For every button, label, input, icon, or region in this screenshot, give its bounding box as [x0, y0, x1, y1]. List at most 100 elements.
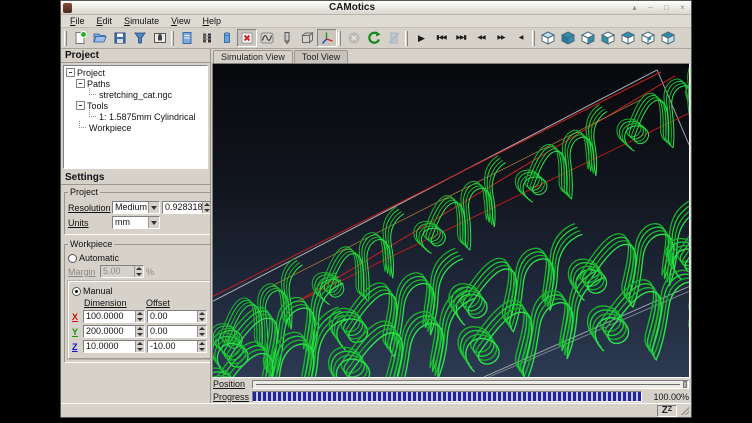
view-bottom-button[interactable] [658, 29, 678, 47]
toggle-surface-button[interactable] [237, 29, 257, 47]
add-file-button[interactable] [177, 29, 197, 47]
view-top-button[interactable] [638, 29, 658, 47]
view-cube-icon [540, 31, 556, 45]
slider-handle[interactable] [683, 381, 687, 388]
reload-button[interactable] [364, 29, 384, 47]
minimize-button[interactable]: – [644, 2, 657, 13]
file-icon [180, 31, 194, 45]
resolution-select[interactable]: Medium [112, 201, 160, 214]
margin-input[interactable]: 5.00 [100, 265, 144, 278]
manual-radio-row[interactable]: Manual [72, 286, 207, 296]
menu-simulate[interactable]: Simulate [119, 16, 164, 26]
spinner-buttons[interactable] [135, 326, 144, 337]
toggle-axes-button[interactable] [317, 29, 337, 47]
save-project-button[interactable] [110, 29, 130, 47]
workpiece-button[interactable] [217, 29, 237, 47]
view-front-button[interactable] [558, 29, 578, 47]
window-title: CAMotics [76, 2, 628, 13]
tree-item-project[interactable]: Project [64, 67, 207, 78]
menu-help[interactable]: Help [197, 16, 226, 26]
fast-forward-button[interactable]: ▶▶ [491, 29, 511, 47]
skip-to-start-button[interactable]: ▮◀◀ [431, 29, 451, 47]
x-dimension-input[interactable]: 100.0000 [83, 310, 145, 323]
export-button[interactable] [130, 29, 150, 47]
bounds-cube-icon [300, 31, 314, 45]
tab-tool-view[interactable]: Tool View [294, 50, 348, 63]
automatic-radio[interactable] [68, 254, 77, 263]
z-dimension-input[interactable]: 10.0000 [83, 340, 145, 353]
project-panel-title: Project [61, 49, 210, 63]
toggle-tool-button[interactable] [277, 29, 297, 47]
shade-button[interactable]: ▴ [628, 2, 641, 13]
manual-workpiece-box: Manual Dimension Offset X 100.0000 0.00 [68, 281, 210, 359]
spinner-buttons[interactable] [197, 341, 206, 352]
y-dimension-input[interactable]: 200.0000 [83, 325, 145, 338]
optimize-button[interactable] [384, 29, 404, 47]
chevron-down-icon[interactable] [148, 217, 159, 228]
workpiece-icon [220, 31, 234, 45]
tools-button[interactable] [197, 29, 217, 47]
units-select[interactable]: mm [112, 216, 160, 229]
play-button[interactable]: ▶ [411, 29, 431, 47]
surface-toggle-icon [240, 31, 254, 45]
snapshot-button[interactable] [150, 29, 170, 47]
view-isometric-button[interactable] [538, 29, 558, 47]
x-offset-input[interactable]: 0.00 [147, 310, 207, 323]
spinner-buttons[interactable] [197, 326, 206, 337]
simulation-viewport[interactable] [212, 63, 690, 378]
machine-idle-indicator: Z Z [657, 405, 677, 417]
step-back-button[interactable]: ◀· [511, 29, 531, 47]
close-button[interactable]: × [676, 2, 689, 13]
tree-item-paths[interactable]: Paths [64, 78, 207, 89]
resize-grip[interactable] [680, 406, 689, 415]
manual-radio[interactable] [72, 287, 81, 296]
position-label: Position [213, 379, 249, 389]
save-icon [113, 31, 127, 45]
workpiece-table-header: Dimension Offset [84, 298, 207, 308]
spinner-buttons[interactable] [135, 341, 144, 352]
workpiece-group-title: Workpiece [68, 239, 114, 249]
tab-simulation-view[interactable]: Simulation View [213, 50, 293, 64]
y-offset-input[interactable]: 0.00 [147, 325, 207, 338]
menu-file[interactable]: File [65, 16, 90, 26]
tree-item-workpiece[interactable]: Workpiece [64, 122, 207, 133]
z-axis-label: Z [72, 342, 81, 352]
main-area: Project Project Paths stretching_cat.ngc… [61, 49, 691, 403]
z-offset-input[interactable]: -10.00 [147, 340, 207, 353]
progress-label: Progress [213, 392, 249, 402]
position-slider[interactable] [252, 380, 689, 389]
tree-item-tools[interactable]: Tools [64, 100, 207, 111]
app-icon [63, 3, 72, 13]
stop-button[interactable] [344, 29, 364, 47]
tool-toggle-icon [280, 31, 294, 45]
rewind-button[interactable]: ◀◀ [471, 29, 491, 47]
spinner-buttons[interactable] [202, 202, 210, 213]
toggle-bounds-button[interactable] [297, 29, 317, 47]
view-left-button[interactable] [598, 29, 618, 47]
spinner-buttons[interactable] [197, 311, 206, 322]
new-file-button[interactable] [70, 29, 90, 47]
toggle-toolpath-button[interactable] [257, 29, 277, 47]
automatic-radio-row[interactable]: Automatic [68, 253, 210, 263]
collapse-icon[interactable] [66, 68, 75, 77]
chevron-down-icon[interactable] [148, 202, 159, 213]
tree-item-file[interactable]: stretching_cat.ngc [64, 89, 207, 100]
view-right-button[interactable] [618, 29, 638, 47]
spinner-buttons[interactable] [135, 311, 144, 322]
collapse-icon[interactable] [76, 101, 85, 110]
open-project-button[interactable] [90, 29, 110, 47]
view-back-button[interactable] [578, 29, 598, 47]
position-row: Position [211, 378, 691, 390]
export-icon [133, 31, 147, 45]
camotics-window: CAMotics ▴ – □ × File Edit Simulate View… [60, 0, 692, 418]
title-bar[interactable]: CAMotics ▴ – □ × [61, 1, 691, 15]
resolution-number-input[interactable]: 0.928318 [162, 201, 210, 214]
menu-view[interactable]: View [166, 16, 195, 26]
collapse-icon[interactable] [76, 79, 85, 88]
maximize-button[interactable]: □ [660, 2, 673, 13]
skip-to-end-button[interactable]: ▶▶▮ [451, 29, 471, 47]
menu-edit[interactable]: Edit [92, 16, 118, 26]
tools-icon [200, 31, 214, 45]
spinner-buttons[interactable] [134, 266, 143, 277]
view-cube-icon [600, 31, 616, 45]
